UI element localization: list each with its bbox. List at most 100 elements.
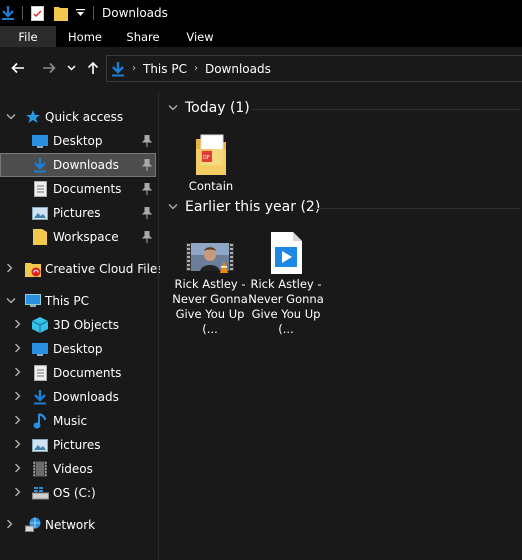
nav-label: Desktop: [53, 134, 103, 148]
group-divider: [252, 109, 520, 110]
nav-label: Quick access: [45, 110, 124, 124]
tab-home[interactable]: Home: [56, 26, 114, 47]
pictures-icon: [31, 437, 49, 453]
downloads-location-icon: [111, 61, 125, 77]
svg-text:DF: DF: [203, 155, 210, 161]
file-item[interactable]: DF Contain: [173, 129, 249, 194]
video-thumbnail-icon: [186, 227, 234, 275]
forward-button[interactable]: [40, 57, 58, 79]
desktop-icon: [31, 133, 49, 149]
group-divider: [310, 208, 520, 209]
desktop-icon: [31, 341, 49, 357]
expand-chevron-icon[interactable]: [14, 343, 24, 356]
expand-chevron-icon[interactable]: [14, 319, 24, 332]
expand-chevron-icon[interactable]: [14, 487, 24, 500]
up-arrow-icon: [87, 61, 99, 74]
nav-qa-workspace[interactable]: Workspace: [0, 225, 156, 249]
nav-qa-downloads[interactable]: Downloads: [0, 153, 156, 177]
nav-label: Pictures: [53, 206, 101, 220]
customize-toolbar-chevron-icon[interactable]: [76, 9, 85, 17]
properties-icon[interactable]: [31, 5, 44, 21]
computer-icon: [24, 293, 42, 309]
document-icon: [31, 365, 49, 381]
quick-access-toolbar: [0, 0, 102, 26]
breadcrumb-this-pc[interactable]: This PC: [143, 62, 187, 76]
navigation-pane: Quick access Desktop Downloads Documents: [0, 95, 164, 560]
back-arrow-icon: [11, 62, 24, 74]
expand-chevron-icon[interactable]: [6, 263, 16, 276]
new-folder-icon[interactable]: [54, 5, 68, 21]
nav-label: Downloads: [53, 390, 119, 404]
title-bar: Downloads: [0, 0, 522, 26]
pin-icon[interactable]: [142, 207, 152, 219]
star-icon: [24, 109, 42, 125]
file-item[interactable]: Rick Astley - Never Gonna Give You Up (.…: [172, 227, 248, 337]
nav-pc-downloads[interactable]: Downloads: [0, 385, 156, 409]
file-item[interactable]: Rick Astley - Never Gonna Give You Up (.…: [248, 227, 324, 337]
nav-pc-pictures[interactable]: Pictures: [0, 433, 156, 457]
back-button[interactable]: [9, 57, 27, 79]
collapse-chevron-icon[interactable]: [6, 112, 16, 123]
address-bar[interactable]: › This PC › Downloads: [106, 55, 522, 82]
folder-icon: [31, 229, 49, 245]
expand-chevron-icon[interactable]: [14, 391, 24, 404]
film-strip-icon: [31, 461, 49, 477]
nav-network[interactable]: Network: [0, 513, 156, 537]
nav-pc-os-drive[interactable]: OS (C:): [0, 481, 156, 505]
tab-share[interactable]: Share: [114, 26, 172, 47]
nav-qa-documents[interactable]: Documents: [0, 177, 156, 201]
pin-icon[interactable]: [142, 135, 152, 147]
nav-label: Desktop: [53, 342, 103, 356]
nav-quick-access[interactable]: Quick access: [0, 105, 156, 129]
expand-chevron-icon[interactable]: [14, 439, 24, 452]
nav-pc-desktop[interactable]: Desktop: [0, 337, 156, 361]
nav-pc-documents[interactable]: Documents: [0, 361, 156, 385]
network-icon: [24, 517, 42, 533]
file-name: Rick Astley - Never Gonna Give You Up (.…: [248, 277, 324, 336]
download-arrow-icon: [31, 157, 49, 173]
group-header-earlier-this-year[interactable]: Earlier this year (2): [168, 199, 320, 215]
group-header-today[interactable]: Today (1): [168, 100, 250, 116]
expand-chevron-icon[interactable]: [6, 519, 16, 532]
breadcrumb-separator-icon[interactable]: ›: [132, 63, 136, 74]
pane-divider[interactable]: [158, 91, 159, 560]
expand-chevron-icon[interactable]: [14, 367, 24, 380]
expand-chevron-icon[interactable]: [14, 415, 24, 428]
tab-file[interactable]: File: [0, 26, 56, 47]
nav-label: Pictures: [53, 438, 101, 452]
nav-label: Workspace: [53, 230, 119, 244]
collapse-chevron-icon[interactable]: [168, 202, 178, 213]
pin-icon[interactable]: [142, 159, 152, 171]
forward-arrow-icon: [43, 62, 56, 74]
nav-pc-music[interactable]: Music: [0, 409, 156, 433]
breadcrumb-downloads[interactable]: Downloads: [205, 62, 271, 76]
group-title: Today (1): [185, 100, 250, 116]
nav-this-pc[interactable]: This PC: [0, 289, 156, 313]
nav-label: OS (C:): [53, 486, 96, 500]
pictures-icon: [31, 205, 49, 221]
nav-qa-pictures[interactable]: Pictures: [0, 201, 156, 225]
nav-label: Videos: [53, 462, 93, 476]
nav-label: Music: [53, 414, 88, 428]
tab-view[interactable]: View: [172, 26, 228, 47]
nav-qa-desktop[interactable]: Desktop: [0, 129, 156, 153]
pdf-folder-icon: DF: [187, 129, 235, 177]
expand-chevron-icon[interactable]: [14, 463, 24, 476]
pin-icon[interactable]: [142, 231, 152, 243]
file-name: Contain: [188, 179, 234, 193]
nav-pc-3d-objects[interactable]: 3D Objects: [0, 313, 156, 337]
file-list-view: Today (1) DF Contain Earlier this year (…: [160, 91, 522, 560]
nav-label: Creative Cloud Files: [45, 262, 164, 276]
collapse-chevron-icon[interactable]: [168, 103, 178, 114]
creative-cloud-icon: [24, 261, 42, 277]
pin-icon[interactable]: [142, 183, 152, 195]
hard-drive-icon: [31, 485, 49, 501]
up-button[interactable]: [85, 57, 101, 79]
group-title: Earlier this year (2): [185, 199, 321, 215]
recent-locations-button[interactable]: [64, 57, 78, 79]
collapse-chevron-icon[interactable]: [6, 296, 16, 307]
music-note-icon: [31, 413, 49, 429]
nav-creative-cloud[interactable]: Creative Cloud Files: [0, 257, 164, 281]
breadcrumb-separator-icon[interactable]: ›: [194, 63, 198, 74]
nav-pc-videos[interactable]: Videos: [0, 457, 156, 481]
